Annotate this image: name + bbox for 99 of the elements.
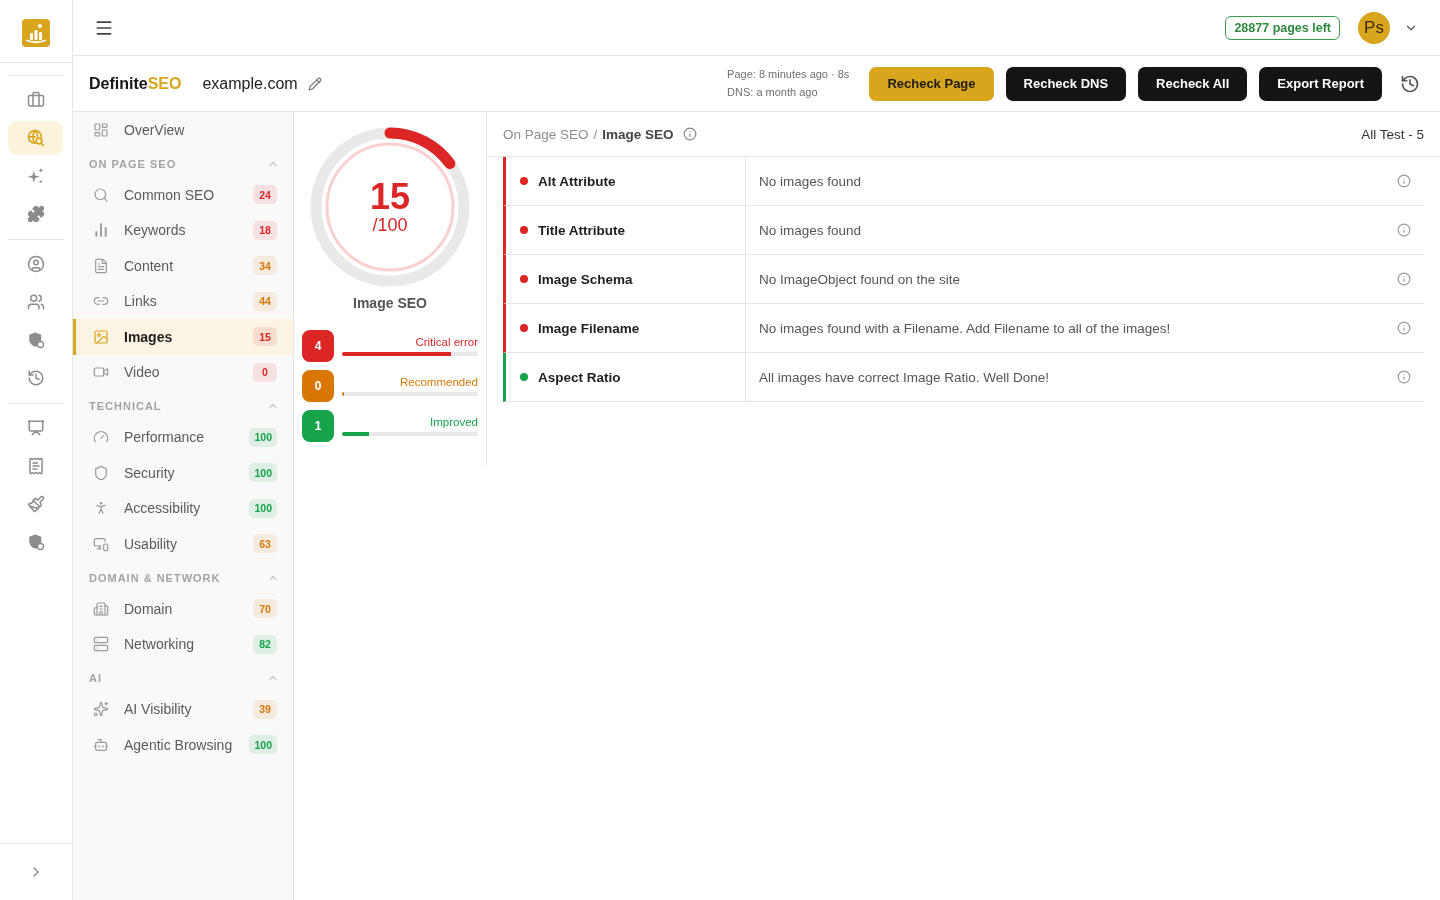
history-icon [26,369,45,387]
stat-label: Critical error [415,335,478,349]
dashboard-icon [93,121,109,138]
sidebar-item[interactable]: AI Visibility 39 [73,691,293,727]
document-icon [93,257,109,274]
count-badge: 34 [253,256,277,276]
user-avatar[interactable]: Ps [1358,11,1390,44]
briefcase-icon [26,91,45,109]
history-icon[interactable] [1400,73,1420,94]
section-heading: TECHNICAL [89,400,162,413]
sidebar-item[interactable]: Networking 82 [73,626,293,662]
info-icon[interactable] [1397,174,1411,188]
pencil-icon[interactable] [307,76,322,91]
info-icon[interactable] [1397,370,1411,384]
sidebar-item[interactable]: Performance 100 [73,419,293,455]
person-icon [93,500,109,517]
users-icon [26,293,45,311]
section-heading: ON PAGE SEO [89,157,177,170]
devices-icon [93,535,109,552]
sidebar-item[interactable]: OverView [73,112,293,148]
bar-chart-logo-icon[interactable] [22,19,50,47]
count-badge: 1 [302,410,334,442]
action-button[interactable]: Recheck DNS [1005,66,1127,101]
count-badge: 0 [302,370,334,402]
sidebar-item[interactable]: Domain 70 [73,591,293,627]
rail-nav-button[interactable] [8,121,63,155]
count-badge: 24 [253,185,277,205]
test-result: All images have correct Image Ratio. Well Done! [759,369,1050,385]
image-icon [93,328,109,345]
action-button[interactable]: Recheck All [1138,66,1248,101]
count-badge: 4 [302,330,334,362]
breadcrumb-separator: / [593,126,598,142]
brand-logo: DefiniteSEO [89,74,182,93]
count-badge: 0 [253,362,277,382]
info-icon[interactable] [1397,321,1411,335]
pages-left-badge: 28877 pages left [1225,15,1340,40]
info-icon[interactable] [1397,272,1411,286]
test-result: No images found [759,173,862,189]
test-count: All Test - 5 [1361,126,1424,142]
sidebar-item[interactable]: Links 44 [73,283,293,319]
test-result: No images found [759,222,862,238]
sparkles-icon [93,701,109,718]
test-result: No ImageObject found on the site [759,271,961,287]
score-title: Image SEO [353,295,427,312]
building-icon [93,600,109,617]
test-name: Aspect Ratio [538,369,621,385]
domain-name: example.com [202,74,298,93]
server-icon [93,636,109,653]
puzzle-icon [26,205,45,223]
robot-icon [93,736,109,753]
count-badge: 39 [253,699,277,719]
sidebar-item[interactable]: Keywords 18 [73,212,293,248]
count-badge: 18 [253,220,277,240]
test-name: Alt Attribute [538,173,616,189]
sidebar-item[interactable]: Video 0 [73,354,293,390]
shield-badge-icon [26,533,45,551]
sidebar-item[interactable]: Security 100 [73,455,293,491]
test-result: No images found with a Filename. Add Filename to all of the images! [759,320,1171,336]
count-badge: 100 [249,463,277,483]
section-heading: DOMAIN & NETWORK [89,571,221,584]
count-badge: 15 [253,327,277,347]
sidebar-item[interactable]: Accessibility 100 [73,490,293,526]
user-circle-icon [26,255,45,273]
sidebar-item[interactable]: Content 34 [73,248,293,284]
receipt-icon [26,457,45,475]
count-badge: 70 [253,599,277,619]
presentation-icon [26,419,45,437]
shield-badge-icon [26,331,45,349]
action-button[interactable]: Export Report [1259,66,1382,101]
count-badge: 63 [253,534,277,554]
test-name: Image Filename [538,320,640,336]
search-icon [93,186,109,203]
stat-label: Improved [430,415,478,429]
dns-check-time: DNS: a month ago [727,85,819,100]
count-badge: 44 [253,291,277,311]
globe-search-icon [26,129,45,147]
score-value: 15 [369,179,410,215]
count-badge: 100 [249,735,277,755]
paintbrush-icon [26,495,45,513]
sidebar-item[interactable]: Common SEO 24 [73,177,293,213]
sparkles-icon [26,167,45,185]
sidebar-item[interactable]: Images 15 [73,319,293,355]
count-badge: 100 [249,427,277,447]
info-icon[interactable] [1397,223,1411,237]
section-heading: AI [89,672,102,685]
count-badge: 82 [253,634,277,654]
action-button[interactable]: Recheck Page [869,66,994,101]
score-max: /100 [372,215,408,235]
stat-label: Recommended [400,375,478,389]
count-badge: 100 [249,498,277,518]
bar-chart-icon [93,222,109,239]
breadcrumb-current: Image SEO [602,126,674,142]
test-name: Title Attribute [538,222,625,238]
sidebar-item[interactable]: Usability 63 [73,526,293,562]
info-icon[interactable] [682,127,697,141]
sidebar-item[interactable]: Agentic Browsing 100 [73,727,293,763]
page-check-time: Page: 8 minutes ago · 8s [727,67,850,82]
test-name: Image Schema [538,271,633,287]
shield-icon [93,464,109,481]
